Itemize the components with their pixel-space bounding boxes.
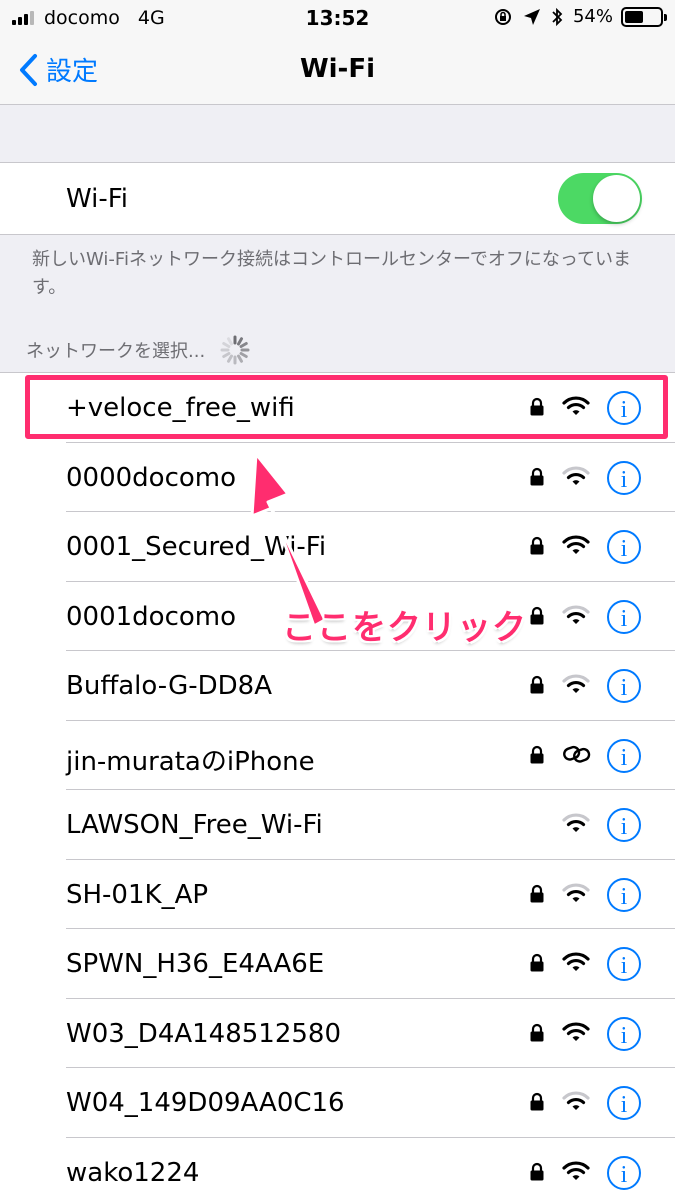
lock-icon: [529, 745, 545, 769]
network-name: SPWN_H36_E4AA6E: [66, 949, 325, 979]
info-icon[interactable]: i: [606, 946, 642, 986]
orientation-lock-icon: [494, 8, 511, 25]
wifi-toggle-label: Wi-Fi: [66, 184, 129, 214]
network-name: jin-murataのiPhone: [66, 746, 315, 777]
status-bar: docomo 4G 13:52 54%: [0, 0, 675, 38]
navigation-bar: 設定 Wi-Fi: [0, 38, 675, 105]
wifi-signal-icon: [562, 673, 590, 699]
wifi-signal-icon: [562, 1160, 590, 1186]
network-row[interactable]: W04_149D09AA0C16 i: [0, 1068, 675, 1138]
info-icon[interactable]: i: [606, 599, 642, 639]
svg-text:i: i: [621, 1092, 628, 1118]
choose-network-label: ネットワークを選択...: [26, 341, 206, 362]
info-icon[interactable]: i: [606, 460, 642, 500]
network-name: W03_D4A148512580: [66, 1018, 342, 1049]
wifi-signal-icon: [562, 1021, 590, 1047]
control-center-note: 新しいWi-Fiネットワーク接続はコントロールセンターでオフになっています。: [32, 249, 631, 298]
network-row[interactable]: jin-murataのiPhone i: [0, 721, 675, 790]
battery-icon: [621, 6, 667, 27]
svg-text:i: i: [621, 814, 628, 840]
callout-text: ここをクリック: [282, 608, 527, 648]
info-icon[interactable]: i: [606, 807, 642, 847]
status-right: 54%: [483, 6, 667, 27]
network-name: W04_149D09AA0C16: [66, 1088, 345, 1118]
info-icon[interactable]: i: [606, 738, 642, 778]
lock-icon: [529, 1092, 545, 1116]
lock-icon: [529, 606, 545, 630]
lock-icon: [529, 467, 545, 491]
wifi-toggle-row: Wi-Fi: [0, 162, 675, 235]
personal-hotspot-icon: [562, 743, 592, 769]
network-row[interactable]: SPWN_H36_E4AA6E i: [0, 929, 675, 999]
network-name: Buffalo-G-DD8A: [66, 671, 273, 701]
highlight-box: [25, 375, 668, 439]
wifi-signal-icon: [562, 465, 590, 491]
network-row[interactable]: SH-01K_AP i: [0, 860, 675, 929]
wifi-signal-icon: [562, 604, 590, 630]
svg-text:i: i: [621, 536, 628, 562]
lock-icon: [529, 675, 545, 699]
network-name: LAWSON_Free_Wi-Fi: [66, 810, 323, 840]
lock-icon: [529, 1162, 545, 1186]
network-row[interactable]: LAWSON_Free_Wi-Fi i: [0, 790, 675, 860]
lock-icon: [529, 884, 545, 908]
info-icon[interactable]: i: [606, 529, 642, 569]
wifi-signal-icon: [562, 1090, 590, 1116]
info-icon[interactable]: i: [606, 1155, 642, 1195]
network-name: wako1224: [66, 1157, 200, 1188]
lock-icon: [529, 536, 545, 560]
wifi-signal-icon: [562, 882, 590, 908]
toggle-knob: [593, 175, 640, 222]
wifi-signal-icon: [562, 812, 590, 838]
lock-icon: [529, 1023, 545, 1047]
location-icon: [523, 8, 540, 25]
battery-percent: 54%: [572, 6, 613, 27]
svg-text:i: i: [621, 606, 628, 632]
svg-text:i: i: [621, 467, 628, 493]
svg-text:i: i: [621, 1162, 628, 1188]
battery-fill: [625, 10, 644, 23]
bluetooth-icon: [552, 7, 563, 26]
wifi-signal-icon: [562, 951, 590, 977]
network-name: 0001docomo: [66, 601, 237, 632]
info-icon[interactable]: i: [606, 877, 642, 917]
info-icon[interactable]: i: [606, 668, 642, 708]
loading-spinner-icon: [220, 335, 250, 365]
wifi-toggle-switch[interactable]: [558, 173, 642, 224]
network-name: 0000docomo: [66, 462, 237, 493]
network-row[interactable]: Buffalo-G-DD8A i: [0, 651, 675, 721]
info-icon[interactable]: i: [606, 1085, 642, 1125]
wifi-signal-icon: [562, 534, 590, 560]
info-icon[interactable]: i: [606, 1016, 642, 1056]
network-row[interactable]: W03_D4A148512580 i: [0, 999, 675, 1068]
choose-network-header: ネットワークを選択...: [26, 334, 251, 366]
lock-icon: [529, 953, 545, 977]
svg-text:i: i: [621, 745, 628, 771]
svg-text:i: i: [621, 884, 628, 910]
svg-text:i: i: [621, 675, 628, 701]
svg-text:i: i: [621, 1023, 628, 1049]
svg-text:i: i: [621, 953, 628, 979]
page-title: Wi-Fi: [299, 54, 376, 84]
network-name: SH-01K_AP: [66, 879, 209, 910]
network-row[interactable]: wako1224 i: [0, 1138, 675, 1200]
